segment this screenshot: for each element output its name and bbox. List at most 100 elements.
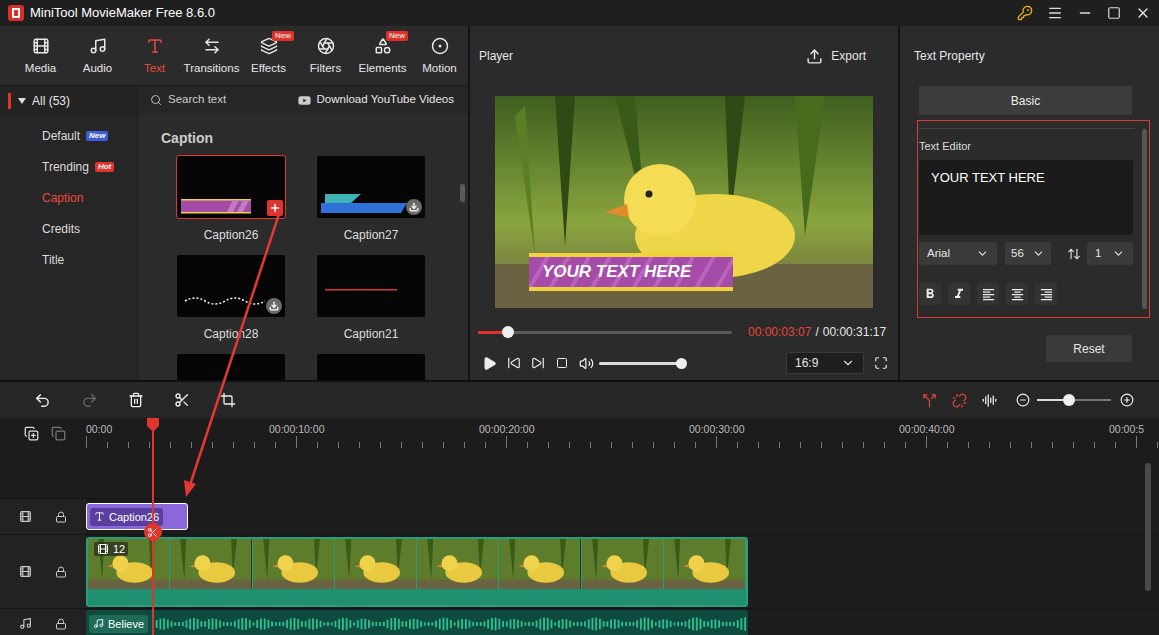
time-ruler[interactable]: 00:0000:00:10:0000:00:20:0000:00:30:0000…: [0, 418, 1159, 448]
toolbar-tab[interactable]: Audio: [69, 26, 126, 85]
reset-button[interactable]: Reset: [1046, 335, 1132, 362]
category-item[interactable]: Credits: [0, 213, 137, 244]
volume-icon[interactable]: [579, 356, 594, 371]
playhead-cut-button[interactable]: [144, 523, 162, 541]
audio-clip[interactable]: Believe: [86, 610, 748, 635]
template-card[interactable]: Caption27: [317, 156, 425, 243]
category-item[interactable]: DefaultNew: [0, 120, 137, 151]
download-button[interactable]: [406, 199, 422, 215]
ruler-tick-label: 00:00:5: [1109, 423, 1159, 436]
video-thumbnail-icon: [253, 539, 334, 590]
snap-icon[interactable]: [922, 393, 937, 408]
previous-icon[interactable]: [507, 356, 521, 370]
redo-icon[interactable]: [81, 392, 98, 409]
align-center-button[interactable]: [1006, 283, 1028, 305]
zoom-in-icon[interactable]: [1120, 393, 1134, 407]
audio-icon[interactable]: [982, 393, 997, 408]
ruler-tick-label: 00:00:30:00: [689, 423, 899, 436]
maximize-icon[interactable]: [1107, 6, 1121, 20]
toolbar-tab[interactable]: Media: [12, 26, 69, 85]
caption-overlay[interactable]: YOUR TEXT HERE: [529, 253, 733, 291]
zoom-out-icon[interactable]: [1016, 393, 1030, 407]
volume-slider[interactable]: [599, 362, 681, 365]
add-button[interactable]: [267, 200, 283, 216]
scrollbar[interactable]: [1142, 129, 1147, 309]
scrollbar[interactable]: [460, 184, 465, 202]
font-select[interactable]: Arial: [919, 242, 997, 265]
video-clip[interactable]: 12: [86, 537, 748, 607]
video-thumbnail-icon: [499, 539, 580, 590]
template-preview-icon: [317, 255, 425, 317]
window-title: MiniTool MovieMaker Free 8.6.0: [30, 3, 215, 23]
align-left-button[interactable]: [977, 283, 999, 305]
ruler-tick-label: 00:00:40:00: [899, 423, 1109, 436]
timeline: 00:0000:00:10:0000:00:20:0000:00:30:0000…: [0, 382, 1159, 635]
menu-icon[interactable]: [1047, 5, 1063, 21]
line-spacing-icon: [1067, 247, 1081, 261]
library-panel: MediaAudioTextTransitionsEffectsNewFilte…: [0, 26, 468, 380]
add-track-icon[interactable]: [24, 426, 39, 441]
motion-icon: [431, 37, 449, 55]
download-youtube-link[interactable]: Download YouTube Videos: [298, 91, 454, 108]
video-track-icon: [19, 565, 32, 578]
media-toolbar: MediaAudioTextTransitionsEffectsNewFilte…: [0, 26, 468, 86]
italic-button[interactable]: [948, 283, 970, 305]
template-card[interactable]: Caption21: [317, 255, 425, 342]
toolbar-tab[interactable]: Transitions: [183, 26, 240, 85]
undo-icon[interactable]: [34, 392, 51, 409]
playhead[interactable]: [152, 418, 154, 635]
minimize-icon[interactable]: [1077, 5, 1093, 21]
category-item[interactable]: Caption: [0, 182, 137, 213]
media-icon: [32, 37, 50, 55]
zoom-slider[interactable]: [1037, 399, 1111, 401]
toolbar-tab[interactable]: ElementsNew: [354, 26, 411, 85]
template-browser: Search text Download YouTube Videos Captio…: [138, 86, 468, 380]
toolbar-tab[interactable]: Filters: [297, 26, 354, 85]
track-copy-icon[interactable]: [51, 426, 66, 441]
size-select[interactable]: 56: [1005, 242, 1051, 265]
bold-button[interactable]: [919, 283, 941, 305]
aspect-ratio-select[interactable]: 16:9: [786, 352, 864, 374]
key-icon[interactable]: [1017, 5, 1033, 21]
transitions-icon: [203, 37, 221, 55]
lock-icon[interactable]: [55, 566, 67, 578]
crop-icon[interactable]: [220, 392, 236, 408]
delete-icon[interactable]: [128, 392, 144, 408]
video-preview[interactable]: YOUR TEXT HERE: [495, 96, 873, 308]
lock-icon[interactable]: [55, 511, 67, 523]
unlink-icon[interactable]: [952, 393, 967, 408]
progress-bar[interactable]: [478, 331, 732, 334]
play-icon[interactable]: [482, 356, 497, 371]
text-clip[interactable]: Caption26: [86, 503, 188, 530]
toolbar-tab[interactable]: EffectsNew: [240, 26, 297, 85]
text-editor-input[interactable]: YOUR TEXT HERE: [919, 160, 1133, 235]
progress-knob[interactable]: [502, 326, 514, 338]
property-tab[interactable]: Basic: [919, 86, 1132, 115]
search-icon: [150, 94, 162, 106]
export-button[interactable]: Export: [806, 47, 866, 65]
next-icon[interactable]: [531, 356, 545, 370]
template-card[interactable]: [177, 354, 285, 380]
split-icon[interactable]: [174, 392, 190, 408]
toolbar-tab[interactable]: Motion: [411, 26, 468, 85]
category-header[interactable]: All (53): [0, 86, 137, 116]
template-card[interactable]: Caption26: [177, 156, 285, 243]
line-spacing-select[interactable]: 1: [1087, 242, 1133, 265]
search-field[interactable]: Search text: [150, 91, 226, 108]
category-item[interactable]: Title: [0, 244, 137, 275]
download-button[interactable]: [266, 298, 282, 314]
template-card[interactable]: Caption28: [177, 255, 285, 342]
toolbar-tab[interactable]: Text: [126, 26, 183, 85]
video-thumbnail-icon: [664, 539, 745, 590]
download-icon: [269, 301, 279, 311]
stop-icon[interactable]: [556, 357, 568, 369]
video-clip-icon: [97, 543, 109, 555]
scrollbar[interactable]: [1145, 463, 1151, 591]
align-right-button[interactable]: [1035, 283, 1057, 305]
template-card[interactable]: [317, 354, 425, 380]
empty-track: [0, 448, 1159, 498]
close-icon[interactable]: [1135, 5, 1151, 21]
lock-icon[interactable]: [55, 618, 67, 630]
fullscreen-icon[interactable]: [874, 356, 888, 370]
category-item[interactable]: TrendingHot: [0, 151, 137, 182]
